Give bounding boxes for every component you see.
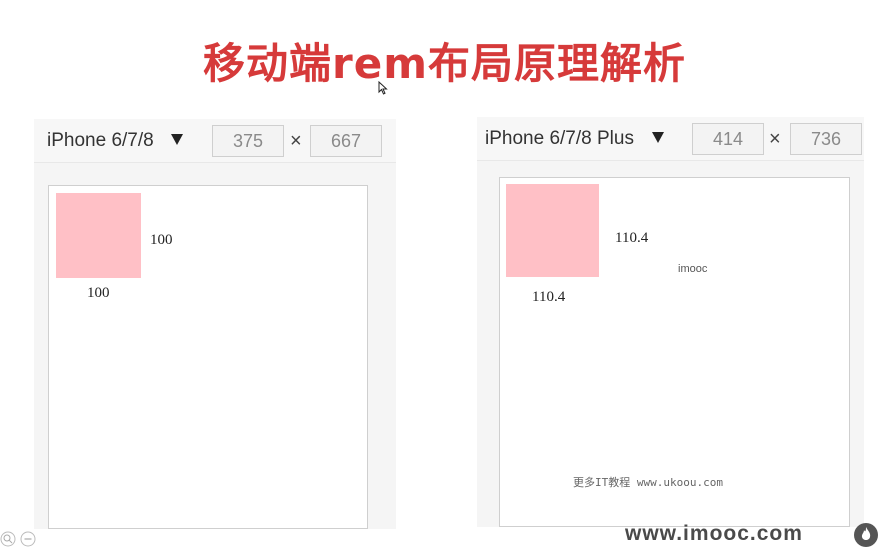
left-device-viewport: 100 100 [48, 185, 368, 529]
left-width-input[interactable]: 375 [212, 125, 284, 157]
right-box-width-label: 110.4 [532, 289, 566, 305]
cursor-arrow-icon [378, 81, 388, 95]
left-device-dropdown-icon[interactable] [171, 134, 183, 145]
left-box-width-label: 100 [87, 285, 110, 301]
left-device-panel: iPhone 6/7/8 375 × 667 100 100 [34, 119, 396, 529]
right-device-panel: iPhone 6/7/8 Plus 414 × 736 110.4 imooc … [477, 117, 864, 527]
right-device-dropdown-icon[interactable] [652, 132, 664, 143]
right-pink-box [506, 184, 599, 277]
right-height-input[interactable]: 736 [790, 123, 862, 155]
left-pink-box [56, 193, 141, 278]
footer-url: www.imooc.com [625, 522, 803, 545]
right-device-select[interactable]: iPhone 6/7/8 Plus [485, 128, 634, 150]
more-icon[interactable] [20, 531, 36, 547]
left-device-select[interactable]: iPhone 6/7/8 [47, 130, 154, 152]
right-box-height-label: 110.4 [615, 230, 649, 246]
right-device-viewport: 110.4 imooc 110.4 更多IT教程 www.ukoou.com [499, 177, 850, 527]
flame-logo-icon [854, 523, 878, 547]
left-times-sign: × [290, 130, 302, 152]
watermark-text: 更多IT教程 www.ukoou.com [573, 476, 723, 489]
imooc-logo-text: imooc [678, 263, 708, 275]
page-title: 移动端rem布局原理解析 [203, 39, 686, 88]
right-times-sign: × [769, 128, 781, 150]
left-device-toolbar: iPhone 6/7/8 375 × 667 [34, 119, 396, 163]
right-width-input[interactable]: 414 [692, 123, 764, 155]
right-device-toolbar: iPhone 6/7/8 Plus 414 × 736 [477, 117, 864, 161]
zoom-icon[interactable] [0, 531, 16, 547]
left-height-input[interactable]: 667 [310, 125, 382, 157]
left-box-height-label: 100 [150, 232, 173, 248]
